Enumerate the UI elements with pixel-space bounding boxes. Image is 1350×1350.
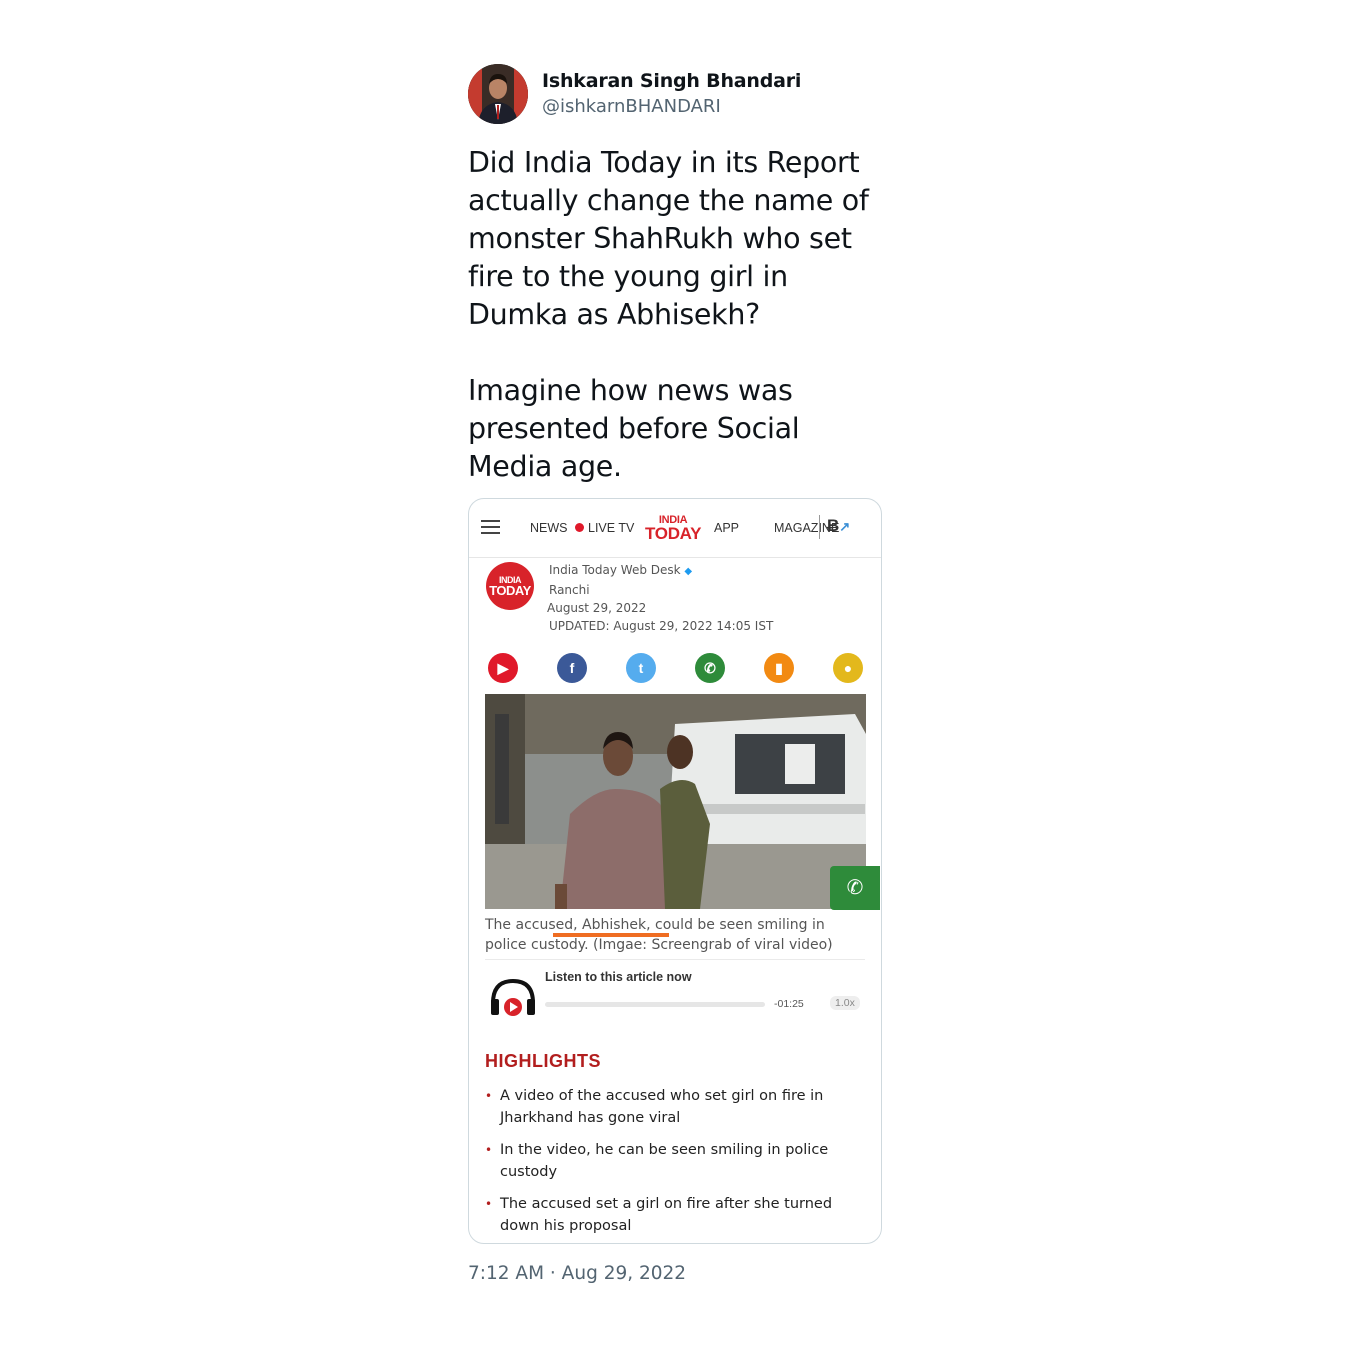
bullet-icon: •	[485, 1197, 493, 1211]
caption-separator	[485, 959, 865, 960]
tweet-media-screenshot[interactable]: NEWS LIVE TV INDIA TODAY APP MAGAZINE Ƀ↗…	[468, 498, 882, 1244]
avatar[interactable]	[468, 64, 528, 124]
highlight-item: • A video of the accused who set girl on …	[485, 1085, 865, 1129]
tweet-author: Ishkaran Singh Bhandari @ishkarnBHANDARI	[468, 62, 882, 126]
tweet-timestamp[interactable]: 7:12 AM · Aug 29, 2022	[468, 1263, 686, 1284]
highlight-text: The accused set a girl on fire after she…	[500, 1196, 833, 1234]
highlight-item: • The accused set a girl on fire after sh…	[485, 1193, 865, 1237]
bookmark-icon: ▮	[764, 653, 794, 683]
nav-app: APP	[714, 521, 740, 535]
audio-speed: 1.0x	[830, 996, 860, 1010]
author-name[interactable]: Ishkaran Singh Bhandari	[542, 70, 801, 92]
business-icon: Ƀ↗	[827, 516, 851, 535]
twitter-bird-icon: ◆	[684, 566, 693, 577]
bullet-icon: •	[485, 1143, 493, 1157]
whatsapp-floating-button: ✆	[830, 866, 880, 910]
nav-divider	[819, 515, 820, 539]
audio-progress-bar	[545, 1002, 765, 1007]
menu-icon	[481, 520, 500, 534]
logo-bottom-text: TODAY	[645, 524, 702, 543]
youtube-icon: ▶	[488, 653, 518, 683]
highlight-text: A video of the accused who set girl on f…	[500, 1088, 824, 1126]
whatsapp-icon: ✆	[695, 653, 725, 683]
byline-date: August 29, 2022	[547, 601, 647, 615]
byline-desk: India Today Web Desk ◆	[549, 563, 692, 577]
byline-updated: UPDATED: August 29, 2022 14:05 IST	[549, 619, 774, 633]
byline-desk-label: India Today Web Desk	[549, 563, 681, 577]
tweet-text: Did India Today in its Report actually c…	[468, 146, 869, 483]
listen-label: Listen to this article now	[545, 970, 692, 984]
highlights-title: HIGHLIGHTS	[485, 1051, 601, 1071]
highlight-item: • In the video, he can be seen smiling in…	[485, 1139, 865, 1183]
news-site-header: NEWS LIVE TV INDIA TODAY APP MAGAZINE Ƀ↗	[469, 499, 881, 558]
byline-place: Ranchi	[549, 583, 590, 597]
article-photo	[485, 694, 866, 909]
twitter-icon: t	[626, 653, 656, 683]
author-handle[interactable]: @ishkarnBHANDARI	[542, 96, 721, 117]
tweet: Ishkaran Singh Bhandari @ishkarnBHANDARI…	[468, 62, 882, 1284]
nav-live-tv-label: LIVE TV	[588, 521, 635, 535]
india-today-round-logo: INDIA TODAY	[486, 562, 534, 610]
facebook-icon: f	[557, 653, 587, 683]
live-dot-icon	[575, 523, 584, 532]
highlight-text: In the video, he can be seen smiling in …	[500, 1142, 829, 1180]
caption-highlight-underline	[553, 933, 669, 937]
round-logo-bottom: TODAY	[489, 583, 531, 598]
nav-live-tv: LIVE TV	[575, 521, 634, 535]
comment-icon: ●	[833, 653, 863, 683]
photo-caption: The accused, Abhishek, could be seen smi…	[485, 917, 833, 953]
headphones-icon	[489, 977, 537, 1019]
audio-time: -01:25	[774, 998, 804, 1010]
nav-news: NEWS	[530, 521, 568, 535]
india-today-logo: INDIA TODAY	[645, 515, 702, 543]
bullet-icon: •	[485, 1089, 493, 1103]
